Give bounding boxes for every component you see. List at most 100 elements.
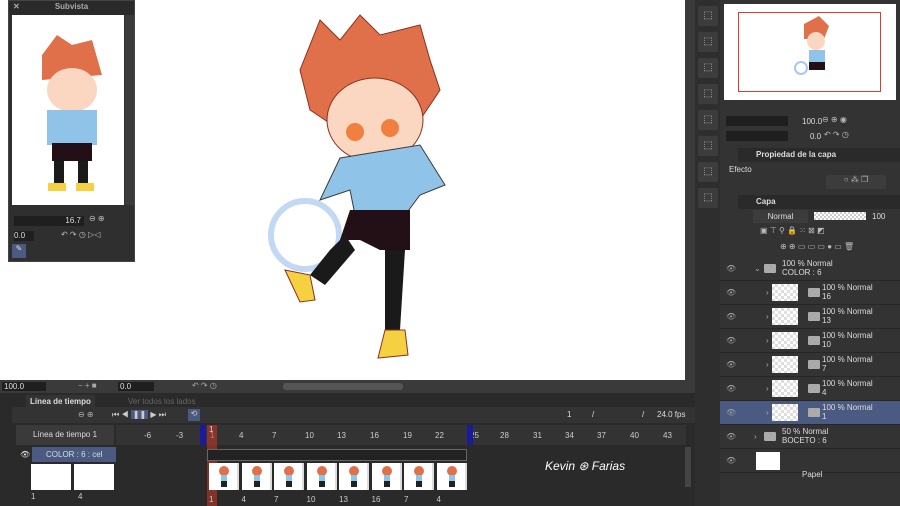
visibility-eye-icon[interactable]: 👁	[726, 288, 736, 297]
expand-icon[interactable]: ›	[766, 384, 769, 393]
opacity-value[interactable]: 100	[872, 212, 885, 221]
subview-rotation-field[interactable]: 0.0	[14, 231, 34, 241]
expand-icon[interactable]: ›	[766, 288, 769, 297]
opacity-slider[interactable]	[814, 212, 866, 220]
visibility-eye-icon[interactable]: 👁	[726, 312, 736, 321]
layer-row[interactable]: 👁 Papel	[720, 449, 900, 479]
layer-row[interactable]: 👁 › 50 % Normal BOCETO : 6	[720, 425, 900, 449]
visibility-eye-icon[interactable]: 👁	[726, 432, 736, 441]
navigator-rotation[interactable]: 0.0	[810, 132, 821, 141]
navigator-rotate-buttons[interactable]: ↶ ↷ ◷	[824, 130, 849, 139]
effect-buttons[interactable]: ○ ⁂ ❐	[826, 175, 886, 189]
blend-mode-select[interactable]: Normal	[753, 210, 808, 223]
navigator-zoom-buttons[interactable]: ⊖ ⊕ ◉	[822, 115, 847, 124]
layer-row[interactable]: 👁 › 100 % Normal 16	[720, 281, 900, 305]
layer-opacity-mode: 100 % Normal	[822, 331, 873, 340]
visibility-eye-icon[interactable]: 👁	[726, 360, 736, 369]
cel-frame[interactable]	[241, 463, 272, 490]
visibility-eye-icon[interactable]: 👁	[726, 408, 736, 417]
cel-frame[interactable]	[404, 463, 434, 490]
close-icon[interactable]: ✕	[13, 1, 20, 13]
visibility-eye-icon[interactable]: 👁	[20, 450, 30, 459]
navigator-rotation-slider[interactable]	[726, 131, 788, 141]
tab-layer[interactable]: Capa	[738, 195, 900, 209]
tab-all-sides[interactable]: Ver todos los lados	[128, 397, 196, 406]
layer-name: Papel	[802, 470, 823, 479]
ruler-tick: 4	[239, 431, 244, 440]
panel-icon[interactable]: ⬚	[698, 6, 718, 26]
eyedropper-icon[interactable]: ✎	[12, 244, 26, 258]
expand-icon[interactable]: ›	[766, 408, 769, 417]
zoom-buttons[interactable]: ⊖ ⊕	[89, 214, 105, 223]
layer-action-icons[interactable]: ⊕ ⊕ ▭ ▭ ▭ ● ▭ 🗑	[780, 242, 854, 251]
track-name[interactable]: COLOR : 6 : cel	[32, 447, 116, 462]
rotate-buttons[interactable]: ↶ ↷ ◷ ▷◁	[61, 230, 100, 239]
expand-icon[interactable]: ›	[766, 360, 769, 369]
current-frame[interactable]: 1	[567, 410, 571, 419]
ruler-tick: -3	[176, 431, 184, 440]
playback-controls[interactable]: ⏮ ◀ ❚❚ ▶ ⏭	[112, 410, 166, 420]
canvas-zoom-field[interactable]: 100.0	[2, 382, 46, 391]
ruler-tick: 13	[337, 431, 346, 440]
subview-scrollbar[interactable]	[125, 15, 134, 205]
layer-row[interactable]: 👁 › 100 % Normal 1	[720, 401, 900, 425]
visibility-eye-icon[interactable]: 👁	[726, 384, 736, 393]
panel-icon[interactable]: ⬚	[698, 110, 718, 130]
visibility-eye-icon[interactable]: 👁	[726, 336, 736, 345]
folder-icon	[808, 312, 820, 321]
loop-start-marker[interactable]	[200, 425, 206, 445]
ruler-tick: 16	[370, 431, 379, 440]
folder-icon	[808, 336, 820, 345]
navigator-zoom-slider[interactable]	[726, 116, 788, 126]
watermark-logo: Kevin ⊛ Farias	[545, 459, 626, 473]
canvas-rotation-field[interactable]: 0.0	[118, 382, 154, 391]
panel-icon[interactable]: ⬚	[698, 188, 718, 208]
timeline-scrollbar[interactable]	[685, 447, 691, 487]
ruler-tick: 40	[630, 431, 639, 440]
panel-icon[interactable]: ⬚	[698, 84, 718, 104]
expand-icon[interactable]: ›	[766, 336, 769, 345]
thumb-label: 1	[31, 492, 36, 501]
layer-tool-icons[interactable]: ▣ ⊤ ⚲ 🔒 ⁙ ⊠ ◩	[760, 226, 825, 235]
navigator-zoom[interactable]: 100.0	[802, 117, 822, 126]
canvas-vertical-scrollbar[interactable]	[685, 0, 695, 380]
cel-thumbnails[interactable]: 1 4	[31, 464, 115, 501]
layer-row[interactable]: 👁 ⌄ 100 % Normal COLOR : 6	[720, 257, 900, 281]
layer-row[interactable]: 👁 › 100 % Normal 4	[720, 377, 900, 401]
expand-icon[interactable]: ⌄	[754, 264, 761, 273]
timeline-selector[interactable]: Línea de tiempo 1	[16, 425, 114, 445]
tab-layer-property[interactable]: Propiedad de la capa	[738, 148, 900, 162]
expand-icon[interactable]: ›	[754, 432, 757, 441]
ruler-tick: 7	[272, 431, 277, 440]
subview-zoom-field[interactable]: 16.7	[14, 216, 84, 226]
cel-frame[interactable]	[436, 463, 467, 490]
visibility-eye-icon[interactable]: 👁	[726, 456, 736, 465]
panel-icon[interactable]: ⬚	[698, 32, 718, 52]
fps-value[interactable]: 24.0 fps	[657, 410, 685, 419]
panel-icon[interactable]: ⬚	[698, 136, 718, 156]
zoom-timeline-icons[interactable]: ⊖ ⊕	[78, 410, 94, 419]
navigator-preview[interactable]	[724, 4, 896, 100]
panel-icon[interactable]: ⬚	[698, 162, 718, 182]
cel-range-bar[interactable]	[207, 449, 467, 461]
cel-frame[interactable]	[209, 463, 239, 490]
cel-frame[interactable]	[339, 463, 369, 490]
cel-frame[interactable]	[306, 463, 337, 490]
horizontal-scrollbar[interactable]	[283, 383, 403, 390]
layer-row[interactable]: 👁 › 100 % Normal 10	[720, 329, 900, 353]
rotation-controls[interactable]: ↶ ↷ ◷	[192, 381, 217, 390]
zoom-controls[interactable]: − + ■	[78, 381, 97, 390]
layer-row[interactable]: 👁 › 100 % Normal 13	[720, 305, 900, 329]
layer-opacity-mode: 50 % Normal	[782, 427, 829, 436]
layer-row[interactable]: 👁 › 100 % Normal 7	[720, 353, 900, 377]
ruler-tick: 28	[500, 431, 509, 440]
cel-frame[interactable]	[274, 463, 304, 490]
loop-icon[interactable]: ⟲	[188, 409, 200, 421]
cel-frame[interactable]	[371, 463, 402, 490]
visibility-eye-icon[interactable]: 👁	[726, 264, 736, 273]
expand-icon[interactable]: ›	[766, 312, 769, 321]
layer-name: 7	[822, 364, 827, 373]
loop-end-marker[interactable]	[467, 425, 473, 445]
panel-icon[interactable]: ⬚	[698, 58, 718, 78]
frame-separator: /	[592, 410, 595, 419]
